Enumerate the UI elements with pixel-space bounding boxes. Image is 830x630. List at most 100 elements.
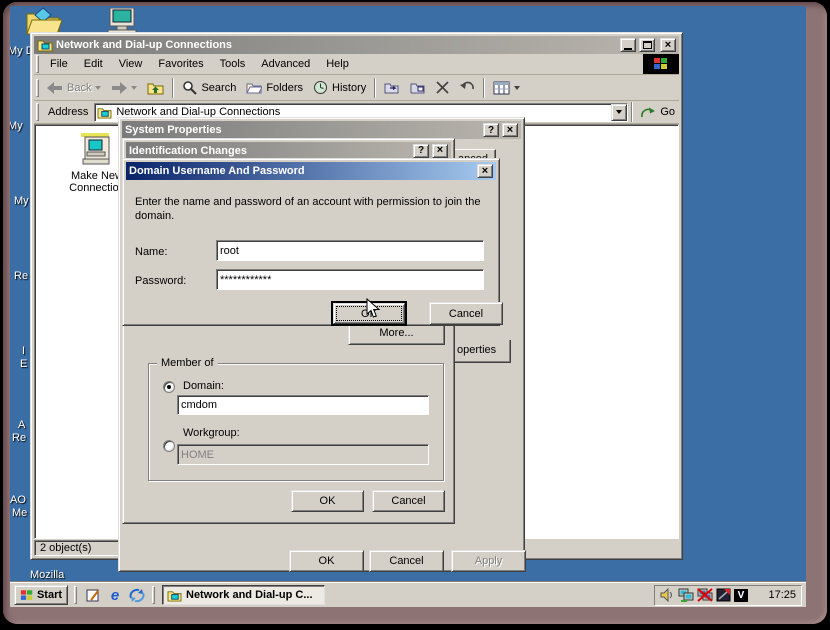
internet-explorer-button[interactable]: e [106,586,124,604]
desktop-label-mozilla[interactable]: Mozilla [30,569,64,581]
taskbar-window-button[interactable]: Network and Dial-up C... [162,585,325,605]
sysprops-cancel-button[interactable]: Cancel [369,550,444,572]
mouse-cursor [366,298,381,319]
properties-button-fragment[interactable]: operties [455,340,511,363]
delete-button[interactable] [431,78,454,97]
member-of-legend: Member of [157,357,218,369]
toolbar-grip[interactable] [36,79,39,97]
menu-file[interactable]: File [42,55,76,73]
identification-titlebar[interactable]: Identification Changes ? × [126,142,451,159]
system-properties-close-button[interactable]: × [502,123,518,137]
domain-input[interactable] [177,395,429,415]
explorer-titlebar[interactable]: Network and Dial-up Connections × [34,36,679,54]
views-dropdown-icon[interactable] [514,86,520,90]
sysprops-cancel-label: Cancel [389,555,423,567]
desktop-label-internet-line1[interactable]: I [22,345,25,357]
back-button[interactable]: Back [42,79,106,97]
sysprops-ok-button[interactable]: OK [289,550,364,572]
network-connection-icon[interactable] [678,588,694,602]
desktop-label-aol-line2[interactable]: Me [12,507,27,519]
minimize-button[interactable] [620,38,636,52]
desktop-label-aol-line1[interactable]: AO [10,494,26,506]
tray-utility-icon[interactable] [716,588,731,602]
sysprops-ok-label: OK [319,555,335,567]
forward-dropdown-icon[interactable] [131,86,137,90]
menu-edit[interactable]: Edit [76,55,111,73]
go-label: Go [660,106,675,118]
domain-cancel-label: Cancel [449,308,483,320]
move-to-button[interactable] [379,78,405,97]
desktop-label-acrobat-line1[interactable]: A [18,419,25,431]
menu-tools[interactable]: Tools [212,55,254,73]
copy-to-icon [410,81,426,94]
vnc-icon[interactable]: V [734,589,748,602]
toolbar-separator-3 [483,78,485,98]
search-button[interactable]: Search [177,77,241,98]
menu-help[interactable]: Help [318,55,357,73]
undo-button[interactable] [454,78,480,97]
forward-button[interactable] [106,79,142,97]
identification-ok-button[interactable]: OK [291,490,364,512]
domain-radio-label: Domain: [183,380,224,392]
desktop-label-recycle-bin[interactable]: Re [14,270,28,282]
desktop-label-my-computer[interactable]: My [10,120,23,132]
folders-label: Folders [266,82,303,94]
properties-button-label: operties [457,344,496,356]
desktop-label-my-network[interactable]: My [14,195,29,207]
menubar-grip[interactable] [36,55,39,73]
move-to-icon [384,81,400,94]
maximize-button[interactable] [639,38,655,52]
domain-password-dialog: Domain Username And Password × Enter the… [122,158,500,326]
identification-close-button[interactable]: × [432,144,448,158]
volume-icon[interactable] [660,588,675,602]
taskbar: Start e Network and Dial-up C... [10,582,806,607]
domain-cancel-button[interactable]: Cancel [429,302,503,325]
taskband-grip[interactable] [152,586,155,604]
identification-ok-label: OK [320,495,336,507]
domain-dialog-message: Enter the name and password of an accoun… [135,195,487,223]
search-label: Search [201,82,236,94]
desktop-label-internet-line2[interactable]: E [20,358,27,370]
back-arrow-icon [47,82,63,94]
identification-cancel-button[interactable]: Cancel [372,490,445,512]
explorer-toolbar: Back Search Folders [34,75,679,101]
network-disconnected-icon[interactable] [697,588,713,602]
system-properties-help-button[interactable]: ? [483,123,499,137]
identification-help-button[interactable]: ? [413,144,429,158]
sysprops-apply-button[interactable]: Apply [451,550,526,572]
address-dropdown-button[interactable] [611,104,627,121]
identification-title: Identification Changes [129,145,410,157]
menu-favorites[interactable]: Favorites [150,55,211,73]
close-button[interactable]: × [660,38,676,52]
go-button[interactable]: Go [636,104,679,121]
name-input[interactable] [216,240,484,261]
workgroup-radio[interactable] [163,440,175,452]
start-button[interactable]: Start [14,585,68,605]
history-button[interactable]: History [308,77,371,98]
addressbar-grip[interactable] [36,103,39,121]
internet-explorer-icon: e [111,587,119,604]
domain-radio[interactable] [163,381,175,393]
show-desktop-button[interactable] [84,586,102,604]
back-dropdown-icon[interactable] [95,86,101,90]
desktop-label-acrobat-line2[interactable]: Re [12,432,26,444]
views-icon [493,81,510,95]
menu-view[interactable]: View [111,55,151,73]
quicklaunch-grip[interactable] [74,586,77,604]
views-button[interactable] [488,78,525,98]
taskbar-clock[interactable]: 17:25 [768,589,796,601]
domain-dialog-close-button[interactable]: × [477,164,493,178]
up-button[interactable] [142,78,169,98]
folders-button[interactable]: Folders [241,78,308,97]
close-icon: × [665,40,671,51]
delete-icon [436,81,449,94]
outlook-express-button[interactable] [128,586,146,604]
system-properties-titlebar[interactable]: System Properties ? × [122,121,521,139]
go-arrow-icon [640,106,656,119]
more-button-label: More... [379,327,413,339]
start-label: Start [37,589,62,601]
copy-to-button[interactable] [405,78,431,97]
domain-dialog-titlebar[interactable]: Domain Username And Password × [126,162,496,180]
password-input[interactable] [216,269,484,290]
menu-advanced[interactable]: Advanced [253,55,318,73]
